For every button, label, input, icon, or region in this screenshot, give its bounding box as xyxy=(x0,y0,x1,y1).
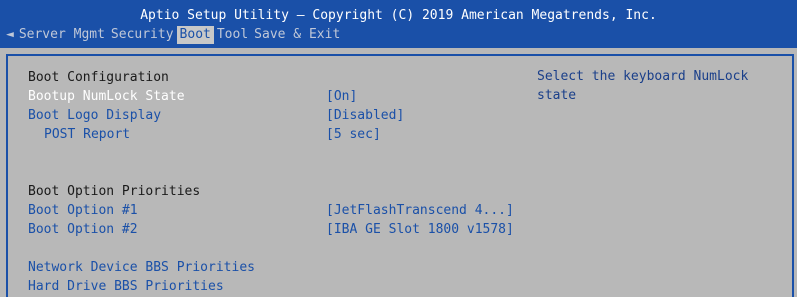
bootup-numlock-state-value[interactable]: [On] xyxy=(326,87,357,106)
tab-security[interactable]: Security xyxy=(108,26,177,44)
post-report-value[interactable]: [5 sec] xyxy=(326,125,381,144)
boot-option-1-value[interactable]: [JetFlashTranscend 4...] xyxy=(326,201,514,220)
bootup-numlock-state-label[interactable]: Bootup NumLock State xyxy=(28,87,185,106)
boot-option-1-label[interactable]: Boot Option #1 xyxy=(28,201,138,220)
settings-panel: Boot Configuration Bootup NumLock State … xyxy=(6,54,534,297)
boot-logo-display-value[interactable]: [Disabled] xyxy=(326,106,404,125)
section-title-boot-option-priorities: Boot Option Priorities xyxy=(28,184,201,199)
tab-server-mgmt[interactable]: Server Mgmt xyxy=(16,26,108,44)
network-device-bbs-priorities-link[interactable]: Network Device BBS Priorities xyxy=(28,258,255,277)
tab-save-exit[interactable]: Save & Exit xyxy=(251,26,343,44)
post-report-label[interactable]: POST Report xyxy=(28,125,130,144)
boot-logo-display-label[interactable]: Boot Logo Display xyxy=(28,106,161,125)
tab-boot[interactable]: Boot xyxy=(176,26,214,44)
help-text: Select the keyboard NumLock state xyxy=(537,69,749,103)
left-arrow-icon[interactable]: ◄ xyxy=(6,26,16,44)
tab-bar: ◄ Server Mgmt Security Boot Tool Save & … xyxy=(6,26,343,44)
boot-option-2-value[interactable]: [IBA GE Slot 1800 v1578] xyxy=(326,220,514,239)
boot-option-2-label[interactable]: Boot Option #2 xyxy=(28,220,138,239)
tab-tool[interactable]: Tool xyxy=(214,26,251,44)
app-title: Aptio Setup Utility – Copyright (C) 2019… xyxy=(140,8,657,23)
header-bar: Aptio Setup Utility – Copyright (C) 2019… xyxy=(0,0,797,48)
help-panel: Select the keyboard NumLock state xyxy=(532,54,794,297)
section-title-boot-configuration: Boot Configuration xyxy=(28,70,169,85)
hard-drive-bbs-priorities-link[interactable]: Hard Drive BBS Priorities xyxy=(28,277,224,296)
